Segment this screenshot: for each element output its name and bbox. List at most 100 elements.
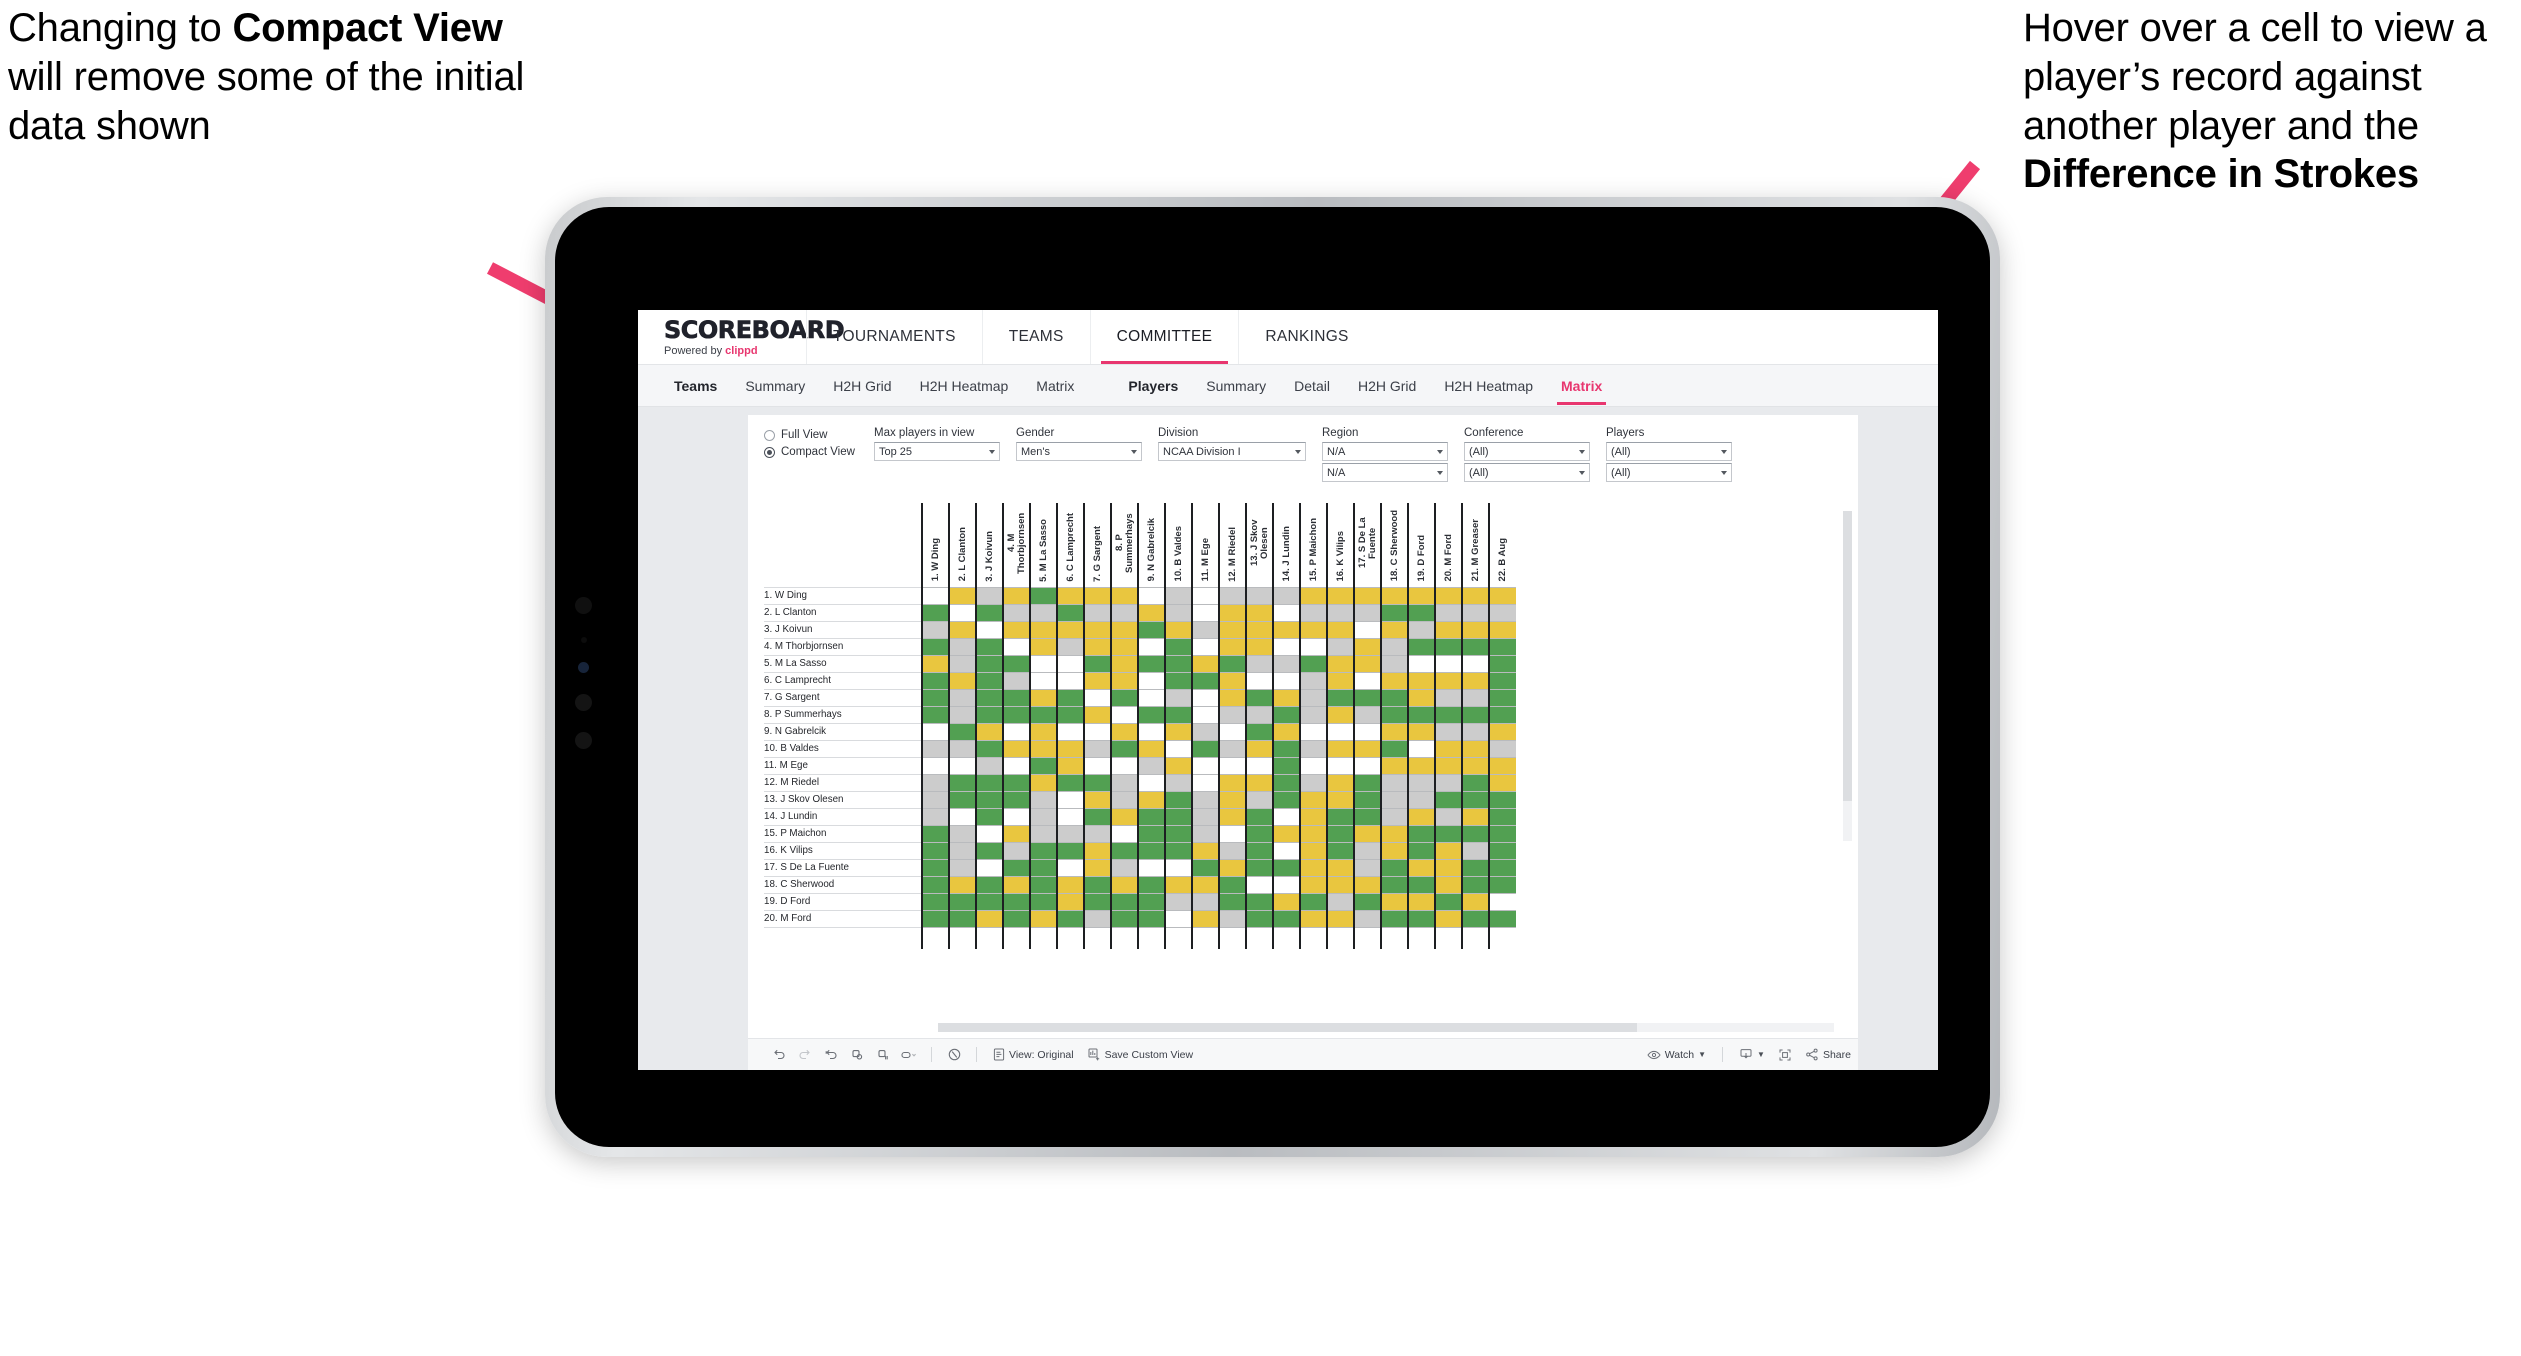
matrix-cell[interactable] xyxy=(1299,807,1327,826)
matrix-cell[interactable] xyxy=(1029,637,1057,656)
matrix-cell[interactable] xyxy=(1353,858,1381,877)
matrix-cell[interactable] xyxy=(1488,875,1516,894)
matrix-cell[interactable] xyxy=(921,875,949,894)
tab-players-h2h-grid[interactable]: H2H Grid xyxy=(1344,365,1430,407)
matrix-cell[interactable] xyxy=(1002,722,1030,741)
matrix-cell[interactable] xyxy=(1434,773,1462,792)
matrix-cell[interactable] xyxy=(1137,909,1165,928)
matrix-cell[interactable] xyxy=(1137,892,1165,911)
matrix-cell[interactable] xyxy=(1299,637,1327,656)
matrix-cell[interactable] xyxy=(1434,739,1462,758)
matrix-cell[interactable] xyxy=(1083,909,1111,928)
matrix-cell[interactable] xyxy=(1326,909,1354,928)
matrix-cell[interactable] xyxy=(1137,637,1165,656)
matrix-cell[interactable] xyxy=(1326,875,1354,894)
matrix-cell[interactable] xyxy=(1380,892,1408,911)
matrix-cell[interactable] xyxy=(921,705,949,724)
matrix-cell[interactable] xyxy=(1380,773,1408,792)
matrix-cell[interactable] xyxy=(1110,790,1138,809)
matrix-cell[interactable] xyxy=(1218,824,1246,843)
matrix-cell[interactable] xyxy=(1434,705,1462,724)
matrix-cell[interactable] xyxy=(1461,705,1489,724)
tab-teams-summary[interactable]: Summary xyxy=(731,365,819,407)
matrix-cell[interactable] xyxy=(1029,790,1057,809)
matrix-cell[interactable] xyxy=(1272,637,1300,656)
matrix-cell[interactable] xyxy=(1407,892,1435,911)
matrix-cell[interactable] xyxy=(948,603,976,622)
matrix-cell[interactable] xyxy=(1461,790,1489,809)
matrix-cell[interactable] xyxy=(975,688,1003,707)
matrix-cell[interactable] xyxy=(1353,773,1381,792)
matrix-cell[interactable] xyxy=(1164,620,1192,639)
matrix-cell[interactable] xyxy=(1137,875,1165,894)
matrix-cell[interactable] xyxy=(1029,739,1057,758)
tab-players-summary[interactable]: Summary xyxy=(1192,365,1280,407)
matrix-cell[interactable] xyxy=(1083,722,1111,741)
matrix-cell[interactable] xyxy=(1137,756,1165,775)
matrix-cell[interactable] xyxy=(1029,807,1057,826)
matrix-cell[interactable] xyxy=(1299,773,1327,792)
matrix-cell[interactable] xyxy=(1056,705,1084,724)
matrix-cell[interactable] xyxy=(1488,688,1516,707)
matrix-cell[interactable] xyxy=(1002,654,1030,673)
select-region-2[interactable]: N/A xyxy=(1322,463,1448,482)
matrix-cell[interactable] xyxy=(975,603,1003,622)
matrix-cell[interactable] xyxy=(1434,603,1462,622)
matrix-cell[interactable] xyxy=(1245,705,1273,724)
matrix-cell[interactable] xyxy=(921,858,949,877)
matrix-cell[interactable] xyxy=(1488,739,1516,758)
matrix-cell[interactable] xyxy=(1299,620,1327,639)
matrix-cell[interactable] xyxy=(975,790,1003,809)
matrix-cell[interactable] xyxy=(1056,858,1084,877)
matrix-cell[interactable] xyxy=(1218,620,1246,639)
matrix-cell[interactable] xyxy=(975,773,1003,792)
matrix-cell[interactable] xyxy=(948,875,976,894)
matrix-cell[interactable] xyxy=(1218,586,1246,605)
matrix-cell[interactable] xyxy=(1083,688,1111,707)
matrix-cell[interactable] xyxy=(1380,824,1408,843)
matrix-cell[interactable] xyxy=(1164,790,1192,809)
matrix-cell[interactable] xyxy=(1191,892,1219,911)
matrix-cell[interactable] xyxy=(1407,671,1435,690)
matrix-cell[interactable] xyxy=(1137,773,1165,792)
matrix-cell[interactable] xyxy=(1056,722,1084,741)
matrix-cell[interactable] xyxy=(1083,586,1111,605)
matrix-cell[interactable] xyxy=(1029,586,1057,605)
matrix-cell[interactable] xyxy=(1407,841,1435,860)
matrix-cell[interactable] xyxy=(1002,807,1030,826)
matrix-cell[interactable] xyxy=(1245,909,1273,928)
matrix-cell[interactable] xyxy=(1191,637,1219,656)
matrix-cell[interactable] xyxy=(1407,756,1435,775)
matrix-cell[interactable] xyxy=(975,586,1003,605)
matrix-cell[interactable] xyxy=(1488,586,1516,605)
nav-teams[interactable]: TEAMS xyxy=(981,310,1090,364)
matrix-cell[interactable] xyxy=(1218,671,1246,690)
matrix-cell[interactable] xyxy=(1299,909,1327,928)
matrix-cell[interactable] xyxy=(1407,790,1435,809)
nav-committee[interactable]: COMMITTEE xyxy=(1089,310,1239,364)
matrix-cell[interactable] xyxy=(1461,671,1489,690)
matrix-cell[interactable] xyxy=(1191,671,1219,690)
matrix-cell[interactable] xyxy=(1218,688,1246,707)
matrix-cell[interactable] xyxy=(1164,909,1192,928)
matrix-cell[interactable] xyxy=(948,841,976,860)
matrix-cell[interactable] xyxy=(1461,875,1489,894)
matrix-cell[interactable] xyxy=(1029,875,1057,894)
matrix-cell[interactable] xyxy=(1164,841,1192,860)
nav-rankings[interactable]: RANKINGS xyxy=(1238,310,1374,364)
matrix-cell[interactable] xyxy=(1272,620,1300,639)
undo-icon[interactable] xyxy=(766,1044,792,1066)
matrix-cell[interactable] xyxy=(1299,688,1327,707)
matrix-cell[interactable] xyxy=(1137,841,1165,860)
matrix-cell[interactable] xyxy=(1272,790,1300,809)
matrix-cell[interactable] xyxy=(1407,824,1435,843)
matrix-cell[interactable] xyxy=(1353,739,1381,758)
matrix-cell[interactable] xyxy=(1002,671,1030,690)
matrix-cell[interactable] xyxy=(1380,620,1408,639)
matrix-cell[interactable] xyxy=(1002,705,1030,724)
matrix-cell[interactable] xyxy=(1434,756,1462,775)
alerts-icon[interactable] xyxy=(896,1044,922,1066)
matrix-cell[interactable] xyxy=(1056,671,1084,690)
view-original-button[interactable]: View: Original xyxy=(986,1048,1081,1061)
matrix-cell[interactable] xyxy=(1164,824,1192,843)
